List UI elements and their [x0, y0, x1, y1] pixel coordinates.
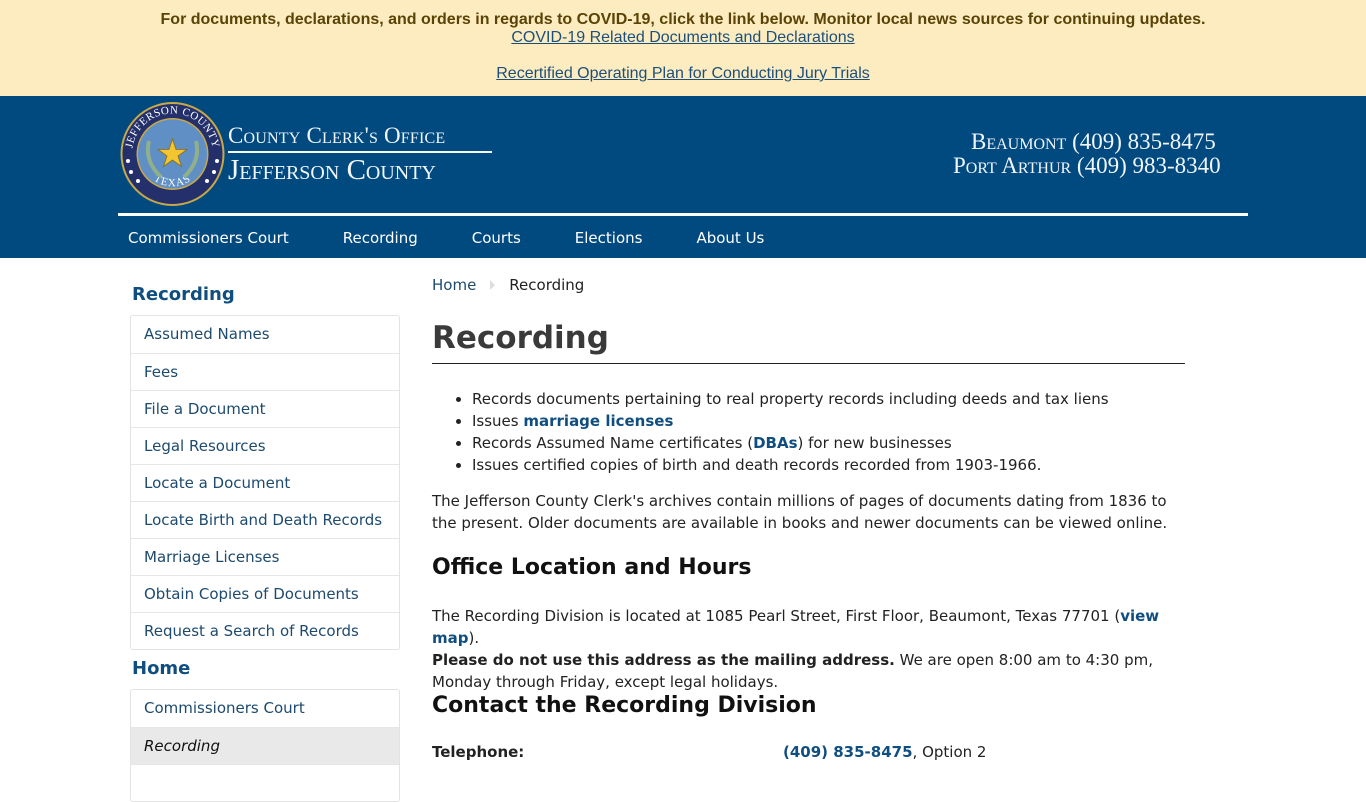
bullet-text: Records documents pertaining to real pro…: [472, 390, 1109, 408]
brand-title[interactable]: County Clerk's Office: [228, 123, 445, 149]
dbas-link[interactable]: DBAs: [753, 434, 797, 452]
county-seal-logo[interactable]: JEFFERSON COUNTY TEXAS: [119, 101, 226, 207]
telephone-value: (409) 835-8475, Option 2: [783, 743, 986, 761]
sidebar-item-marriage-licenses[interactable]: Marriage Licenses: [131, 538, 399, 575]
list-item: Records documents pertaining to real pro…: [472, 388, 1109, 410]
title-divider: [432, 363, 1185, 364]
bullet-text: Issues certified copies of birth and dea…: [472, 456, 1042, 474]
page-title: Recording: [432, 320, 609, 356]
sidebar-item-fees[interactable]: Fees: [131, 353, 399, 390]
alert-message: For documents, declarations, and orders …: [160, 11, 1206, 28]
brand-divider: [228, 151, 492, 153]
covid-alert-banner: For documents, declarations, and orders …: [0, 0, 1366, 96]
nav-recording[interactable]: Recording: [333, 222, 428, 258]
nav-elections[interactable]: Elections: [565, 222, 653, 258]
breadcrumb-separator-icon: [490, 280, 496, 290]
marriage-licenses-link[interactable]: marriage licenses: [523, 412, 673, 430]
office-location-paragraph: The Recording Division is located at 108…: [432, 605, 1172, 693]
mailing-address-warning: Please do not use this address as the ma…: [432, 651, 895, 669]
telephone-option: , Option 2: [912, 743, 987, 761]
port-arthur-phone: Port Arthur (409) 983-8340: [953, 153, 1221, 178]
office-address-text: The Recording Division is located at 108…: [432, 607, 1121, 625]
list-item: Issues certified copies of birth and dea…: [472, 454, 1109, 476]
bullet-text: ) for new businesses: [797, 434, 952, 452]
services-list: Records documents pertaining to real pro…: [472, 388, 1109, 476]
bullet-text: Records Assumed Name certificates (: [472, 434, 754, 452]
sidebar-item-next[interactable]: [131, 764, 399, 801]
sidebar-recording-heading: Recording: [132, 284, 235, 305]
breadcrumb-current: Recording: [509, 276, 585, 294]
telephone-link[interactable]: (409) 835-8475: [783, 743, 913, 761]
sidebar-recording-list: Assumed Names Fees File a Document Legal…: [130, 315, 400, 650]
list-item: Records Assumed Name certificates (DBAs)…: [472, 432, 1109, 454]
sidebar-item-assumed-names[interactable]: Assumed Names: [131, 316, 399, 353]
archives-paragraph: The Jefferson County Clerk's archives co…: [432, 492, 1168, 532]
nav-courts[interactable]: Courts: [462, 222, 531, 258]
nav-about-us[interactable]: About Us: [686, 222, 774, 258]
bullet-text: Issues: [472, 412, 524, 430]
sidebar-item-locate-a-document[interactable]: Locate a Document: [131, 464, 399, 501]
sidebar-item-locate-birth-death-records[interactable]: Locate Birth and Death Records: [131, 501, 399, 538]
office-location-heading: Office Location and Hours: [432, 555, 752, 580]
beaumont-phone: Beaumont (409) 835-8475: [971, 129, 1216, 154]
sidebar-home-list: Commissioners Court Recording: [130, 689, 400, 802]
covid-documents-link[interactable]: COVID-19 Related Documents and Declarati…: [0, 29, 1366, 47]
telephone-label: Telephone:: [432, 743, 525, 761]
breadcrumb: Home Recording: [432, 276, 584, 294]
office-address-text-end: ).: [468, 629, 480, 647]
sidebar-item-file-a-document[interactable]: File a Document: [131, 390, 399, 427]
sidebar-item-recording-active[interactable]: Recording: [131, 727, 399, 764]
brand-subtitle[interactable]: Jefferson County: [228, 154, 436, 187]
breadcrumb-home[interactable]: Home: [432, 276, 476, 294]
list-item: Issues marriage licenses: [472, 410, 1109, 432]
sidebar-home-heading[interactable]: Home: [132, 658, 190, 679]
sidebar-item-legal-resources[interactable]: Legal Resources: [131, 427, 399, 464]
jury-trials-plan-link[interactable]: Recertified Operating Plan for Conductin…: [0, 65, 1366, 83]
nav-commissioners-court[interactable]: Commissioners Court: [118, 222, 299, 258]
sidebar-item-commissioners-court[interactable]: Commissioners Court: [131, 690, 399, 727]
sidebar-item-obtain-copies[interactable]: Obtain Copies of Documents: [131, 575, 399, 612]
contact-heading: Contact the Recording Division: [432, 693, 817, 718]
main-nav: Commissioners Court Recording Courts Ele…: [118, 222, 808, 258]
sidebar-item-request-search[interactable]: Request a Search of Records: [131, 612, 399, 649]
header-divider: [118, 213, 1248, 216]
